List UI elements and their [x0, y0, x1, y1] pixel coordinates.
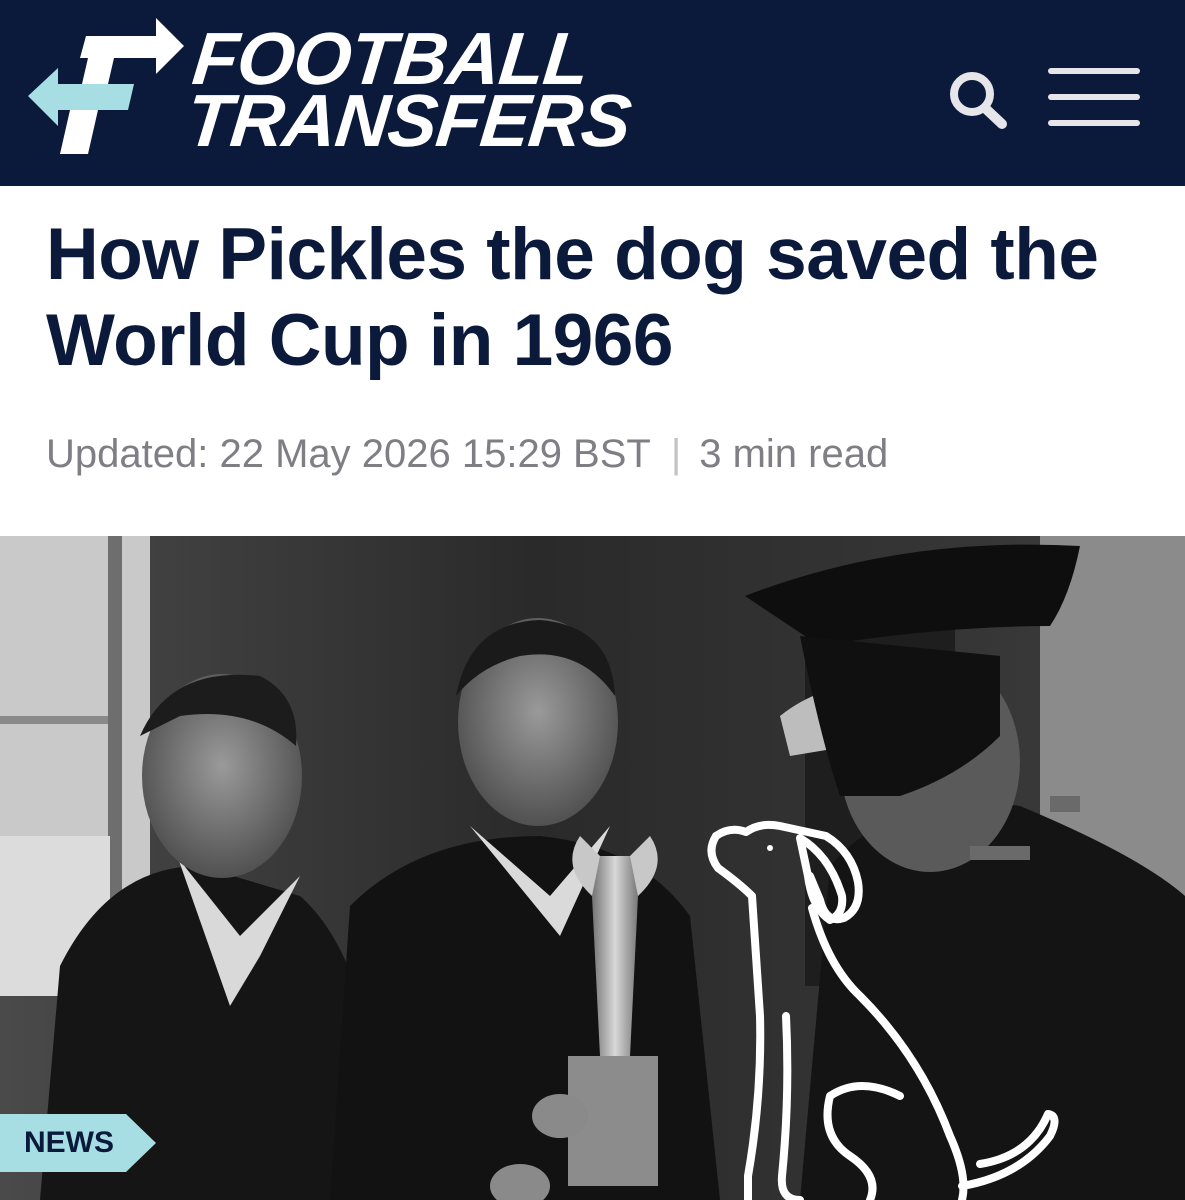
logo-arrows-icon: [28, 18, 184, 154]
article-hero-image[interactable]: [0, 536, 1185, 1200]
category-badge[interactable]: NEWS: [0, 1114, 156, 1172]
logo-line-2: TRANSFERS: [182, 79, 635, 162]
logo-wordmark: FOOTBALL TRANSFERS: [182, 17, 639, 162]
article-title: How Pickles the dog saved the World Cup …: [46, 214, 1099, 381]
hamburger-menu-icon: [1048, 68, 1140, 126]
hero-photo: [0, 536, 1185, 1200]
site-header: FOOTBALL TRANSFERS: [0, 0, 1185, 186]
meta-separator: |: [670, 432, 682, 476]
menu-button[interactable]: [1044, 62, 1144, 132]
updated-timestamp: Updated: 22 May 2026 15:29 BST: [46, 432, 651, 476]
dog-eye: [767, 845, 773, 851]
read-time: 3 min read: [699, 432, 889, 476]
search-icon: [950, 72, 1007, 129]
search-button[interactable]: [940, 60, 1016, 136]
article-meta: Updated: 22 May 2026 15:29 BST | 3 min rea…: [46, 432, 888, 477]
site-logo[interactable]: FOOTBALL TRANSFERS: [28, 14, 634, 164]
